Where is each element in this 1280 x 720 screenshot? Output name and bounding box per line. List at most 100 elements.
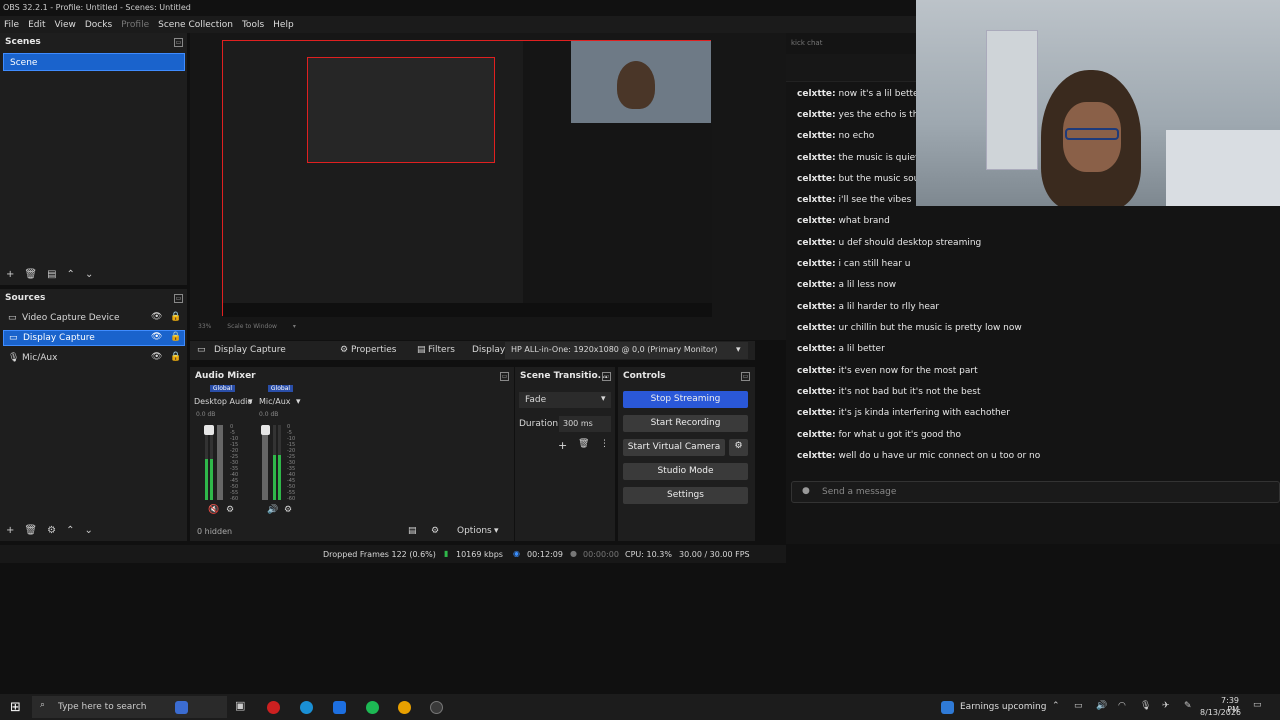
add-source-icon[interactable]: + [6, 525, 14, 536]
chevron-down-icon[interactable]: ▾ [248, 397, 253, 407]
dock-float-icon[interactable]: ▭ [741, 372, 750, 381]
chat-username[interactable]: celxtte: [797, 430, 836, 440]
source-properties-gear-icon[interactable]: ⚙ [47, 525, 56, 536]
spotify-icon[interactable] [366, 701, 379, 714]
chevron-down-icon[interactable]: ▾ [296, 397, 301, 407]
start-recording-button[interactable]: Start Recording [623, 415, 748, 432]
tray-icon[interactable]: ▭ [1074, 701, 1083, 711]
taskbar-search[interactable]: ⌕ Type here to search [32, 696, 227, 718]
dock-float-icon[interactable]: ▭ [174, 38, 183, 47]
stop-streaming-button[interactable]: Stop Streaming [623, 391, 748, 408]
wifi-icon[interactable]: ◠ [1118, 701, 1126, 711]
lock-icon[interactable]: 🔒 [170, 352, 181, 362]
studio-mode-button[interactable]: Studio Mode [623, 463, 748, 480]
remove-transition-icon[interactable]: 🗑 [578, 439, 589, 449]
move-up-icon[interactable]: ⌃ [66, 525, 74, 536]
edge-icon[interactable] [300, 701, 313, 714]
dock-float-icon[interactable]: ▭ [602, 372, 611, 381]
chrome-icon[interactable] [398, 701, 411, 714]
visibility-eye-icon[interactable]: 👁 [151, 312, 162, 322]
chat-input[interactable]: ● Send a message [791, 481, 1280, 503]
chat-username[interactable]: celxtte: [797, 238, 836, 248]
duration-input[interactable]: 300 ms [559, 416, 611, 432]
move-down-icon[interactable]: ⌄ [84, 525, 92, 536]
more-options-icon[interactable]: ⋮ [600, 439, 609, 449]
chat-username[interactable]: celxtte: [797, 451, 836, 461]
chevron-up-icon[interactable]: ⌃ [1052, 701, 1060, 711]
mixer-layout-icon[interactable]: ▤ [408, 526, 417, 536]
audio-settings-icon[interactable]: ⚙ [226, 505, 234, 515]
windows-start-icon[interactable]: ⊞ [10, 700, 21, 715]
source-item[interactable]: 🎙 Mic/Aux 👁 🔒 [3, 350, 185, 366]
filters-button[interactable]: Filters [428, 345, 455, 355]
task-view-icon[interactable]: ▣ [235, 699, 245, 712]
mixer-options-button[interactable]: Options [457, 526, 492, 536]
microphone-icon[interactable]: 🎙 [1140, 701, 1151, 711]
chat-username[interactable]: celxtte: [797, 216, 836, 226]
chat-username[interactable]: celxtte: [797, 408, 836, 418]
start-virtual-camera-button[interactable]: Start Virtual Camera [623, 439, 725, 456]
chat-username[interactable]: celxtte: [797, 174, 836, 184]
chat-username[interactable]: celxtte: [797, 366, 836, 376]
volume-slider[interactable] [217, 425, 223, 500]
lock-icon[interactable]: 🔒 [170, 332, 181, 342]
obs-icon[interactable] [430, 701, 443, 714]
menu-scene-collection[interactable]: Scene Collection [158, 20, 233, 30]
properties-button[interactable]: Properties [351, 345, 396, 355]
volume-icon[interactable]: 🔊 [1096, 701, 1107, 711]
lock-icon[interactable]: 🔒 [170, 312, 181, 322]
source-item[interactable]: ▭ Video Capture Device 👁 🔒 [3, 310, 185, 326]
visibility-eye-icon[interactable]: 👁 [151, 352, 162, 362]
chat-username[interactable]: celxtte: [797, 323, 836, 333]
visibility-eye-icon[interactable]: 👁 [151, 332, 162, 342]
store-icon[interactable] [333, 701, 346, 714]
add-scene-icon[interactable]: + [6, 269, 14, 280]
audio-settings-icon[interactable]: ⚙ [284, 505, 292, 515]
volume-slider[interactable] [262, 425, 268, 500]
pen-icon[interactable]: ✎ [1184, 701, 1192, 711]
add-transition-icon[interactable]: + [558, 439, 567, 452]
source-item[interactable]: ▭ Display Capture 👁 🔒 [3, 330, 185, 346]
menu-tools[interactable]: Tools [242, 20, 264, 30]
chat-username[interactable]: celxtte: [797, 110, 836, 120]
remove-scene-icon[interactable]: 🗑 [24, 269, 37, 280]
speaker-icon[interactable]: 🔊 [267, 505, 278, 515]
chat-username[interactable]: celxtte: [797, 89, 836, 99]
speaker-muted-icon[interactable]: 🔇 [208, 505, 219, 515]
menu-profile[interactable]: Profile [121, 20, 149, 30]
chat-username[interactable]: celxtte: [797, 259, 836, 269]
dock-float-icon[interactable]: ▭ [500, 372, 509, 381]
move-down-icon[interactable]: ⌄ [85, 269, 93, 280]
chat-username[interactable]: celxtte: [797, 387, 836, 397]
transition-select[interactable]: Fade ▾ [519, 392, 611, 408]
settings-button[interactable]: Settings [623, 487, 748, 504]
chat-username[interactable]: celxtte: [797, 195, 836, 205]
emoji-icon[interactable]: ● [802, 486, 810, 496]
display-select[interactable]: HP ALL-in-One: 1920x1080 @ 0,0 (Primary … [505, 342, 748, 359]
chevron-down-icon[interactable]: ▾ [494, 526, 499, 536]
scale-mode[interactable]: Scale to Window [227, 323, 277, 330]
remove-source-icon[interactable]: 🗑 [24, 525, 37, 536]
tray-icon[interactable]: ✈ [1162, 701, 1170, 711]
opera-icon[interactable] [267, 701, 280, 714]
chat-username[interactable]: celxtte: [797, 131, 836, 141]
menu-file[interactable]: File [4, 20, 19, 30]
preview-canvas[interactable] [222, 40, 712, 317]
filters-icon[interactable]: ▤ [47, 269, 56, 280]
menu-help[interactable]: Help [273, 20, 294, 30]
menu-edit[interactable]: Edit [28, 20, 45, 30]
chat-username[interactable]: celxtte: [797, 280, 836, 290]
move-up-icon[interactable]: ⌃ [67, 269, 75, 280]
virtual-camera-settings-gear-icon[interactable]: ⚙ [729, 439, 748, 456]
menu-docks[interactable]: Docks [85, 20, 112, 30]
scene-item[interactable]: Scene [3, 53, 185, 71]
chat-username[interactable]: celxtte: [797, 153, 836, 163]
notifications-icon[interactable]: ▭ [1253, 700, 1262, 710]
clock-date[interactable]: 8/13/2026 [1200, 708, 1241, 717]
chevron-down-icon[interactable]: ▾ [293, 323, 296, 330]
volume-slider-handle[interactable] [204, 425, 214, 435]
dock-float-icon[interactable]: ▭ [174, 294, 183, 303]
copilot-icon[interactable] [175, 701, 188, 714]
volume-slider-handle[interactable] [261, 425, 270, 435]
audio-settings-icon[interactable]: ⚙ [431, 526, 439, 536]
